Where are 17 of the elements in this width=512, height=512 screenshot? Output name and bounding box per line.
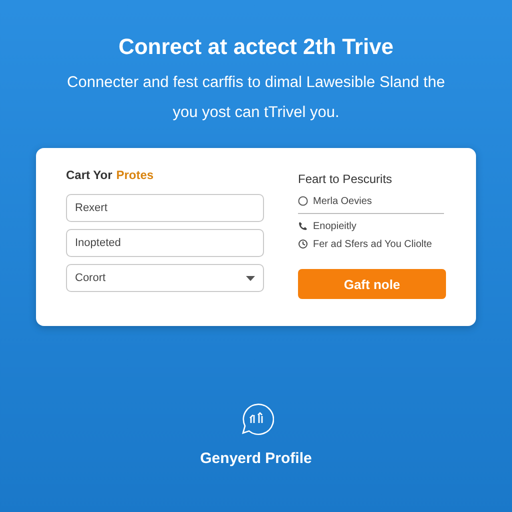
input-field[interactable]: Rexert — [66, 194, 264, 222]
form-title: Cart Yor — [66, 168, 112, 182]
phone-icon — [298, 221, 308, 231]
profile-label: Genyerd Profile — [200, 450, 312, 467]
form-title-accent: Protes — [116, 168, 154, 182]
option-label: Enopieitly — [313, 220, 356, 232]
caret-icon — [246, 276, 255, 280]
subtitle-line: Connecter and fest carffis to dimal Lawesible Sland the — [67, 74, 445, 92]
section-title: Feart to Pescurits — [298, 172, 394, 186]
radio-button[interactable] — [298, 196, 308, 206]
input-field[interactable]: Inopteted — [66, 229, 264, 257]
option-label: Fer ad Sfers ad You Cliolte — [313, 238, 432, 250]
option-label: Merla Oevies — [313, 196, 372, 206]
subtitle-line: you yost can tTrivel you. — [172, 104, 340, 122]
page-heading: Conrect at actect 2th Trive — [118, 34, 394, 60]
clock-icon — [298, 239, 308, 249]
select-field[interactable]: Corort — [66, 264, 264, 292]
